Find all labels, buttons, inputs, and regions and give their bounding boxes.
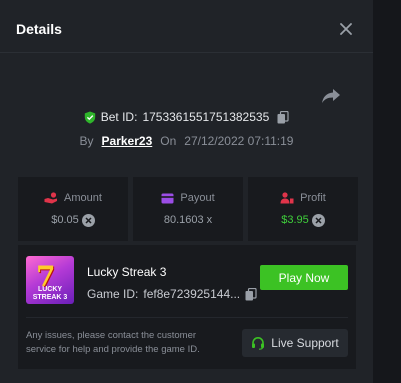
payout-value: 80.1603 x — [163, 214, 213, 226]
live-support-button[interactable]: Live Support — [242, 329, 348, 357]
shield-check-icon — [84, 111, 95, 124]
stats-row: Amount $0.05 Payout 80.1603 x Profit $3.… — [18, 177, 358, 241]
by-label: By — [79, 134, 94, 148]
live-support-label: Live Support — [271, 336, 339, 350]
close-button[interactable] — [337, 20, 355, 38]
backdrop-right — [373, 0, 401, 383]
game-id-value: fef8e723925144... — [143, 287, 241, 301]
clear-icon — [311, 213, 325, 227]
game-name: Lucky Streak 3 — [87, 265, 167, 279]
close-icon — [340, 23, 352, 35]
payout-label-row: Payout — [161, 192, 215, 204]
amount-label: Amount — [64, 191, 102, 204]
amount-value: $0.05 — [51, 214, 79, 226]
game-thumbnail[interactable]: 7 LUCKY STREAK 3 — [26, 256, 74, 304]
hand-coins-icon — [44, 191, 58, 203]
payout-value-row: 80.1603 x — [164, 214, 212, 226]
modal-title: Details — [16, 21, 62, 37]
on-label: On — [160, 134, 177, 148]
share-icon — [322, 89, 340, 103]
user-profit-icon — [280, 191, 294, 203]
bet-id-label: Bet ID: — [100, 110, 138, 124]
amount-value-row: $0.05 — [51, 213, 95, 227]
by-row: By Parker23 On 27/12/2022 07:11:19 — [0, 134, 373, 148]
share-button[interactable] — [321, 88, 341, 104]
profit-stat: Profit $3.95 — [248, 177, 358, 241]
divider — [26, 317, 348, 318]
bet-id-row: Bet ID: 1753361551751382535 — [0, 110, 373, 124]
game-id-label: Game ID: — [87, 287, 139, 301]
profit-label-row: Profit — [280, 192, 326, 204]
game-thumbnail-label: LUCKY STREAK 3 — [32, 286, 68, 301]
details-modal: Details Bet ID: 1753361551751382535 By P… — [0, 6, 373, 383]
play-now-button[interactable]: Play Now — [260, 265, 348, 290]
payout-label: Payout — [180, 192, 215, 204]
bet-date: 27/12/2022 07:11:19 — [184, 134, 294, 148]
profit-value-row: $3.95 — [281, 213, 325, 227]
copy-icon[interactable] — [245, 287, 257, 301]
game-card: 7 LUCKY STREAK 3 Lucky Streak 3 Game ID:… — [18, 245, 356, 369]
amount-label-row: Amount — [44, 192, 102, 204]
copy-icon[interactable] — [277, 110, 289, 124]
payout-stat: Payout 80.1603 x — [133, 177, 243, 241]
amount-stat: Amount $0.05 — [18, 177, 128, 241]
profit-label: Profit — [300, 191, 326, 204]
wallet-icon — [161, 193, 174, 203]
modal-header: Details — [0, 6, 373, 53]
support-text: Any issues, please contact the customer … — [26, 330, 200, 355]
username-link[interactable]: Parker23 — [102, 134, 153, 148]
headset-icon — [252, 336, 265, 350]
clear-icon — [81, 213, 95, 227]
game-id-row: Game ID: fef8e723925144... — [87, 287, 257, 301]
profit-value: $3.95 — [281, 214, 309, 226]
bet-id-value: 1753361551751382535 — [142, 110, 270, 124]
